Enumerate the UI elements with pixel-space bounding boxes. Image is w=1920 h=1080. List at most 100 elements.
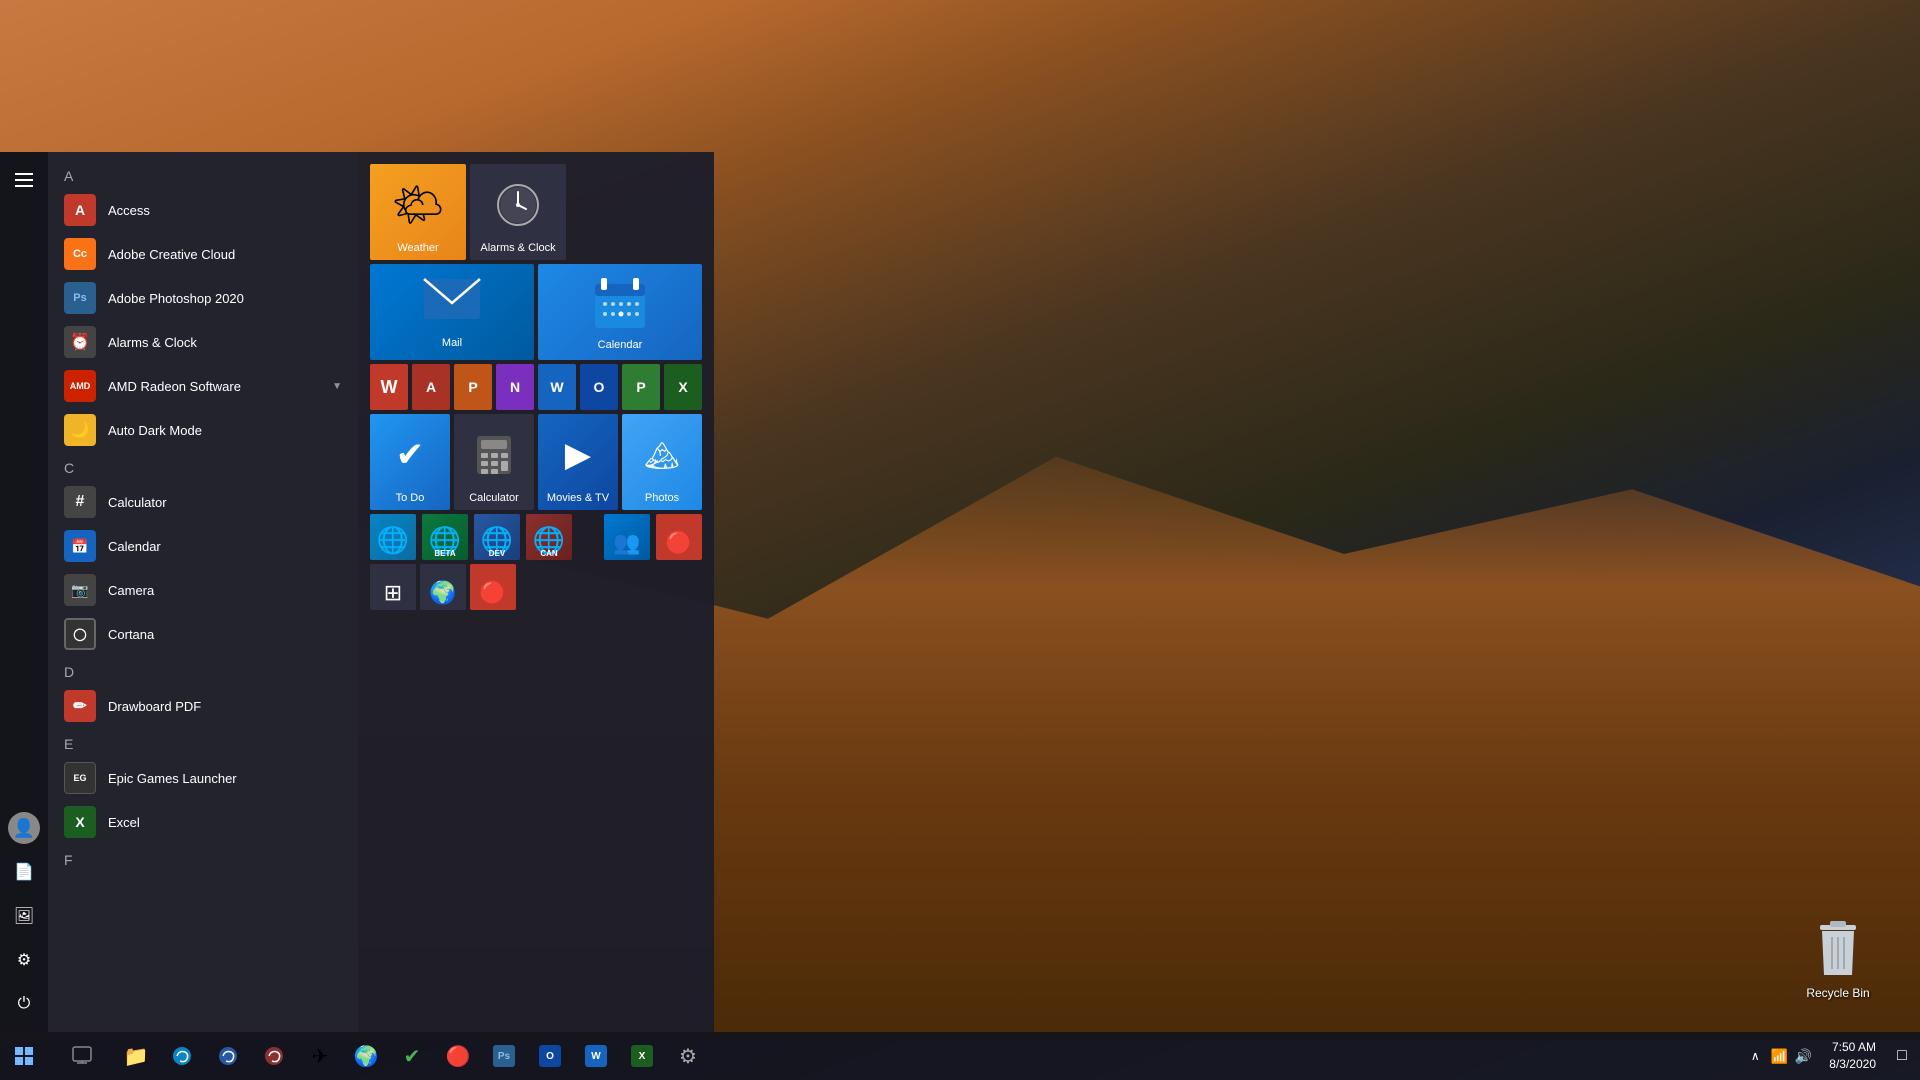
section-letter-e: E [48,728,358,756]
app-item-adobe-cc[interactable]: Cc Adobe Creative Cloud [48,232,358,276]
app-item-access[interactable]: A Access [48,188,358,232]
edge-beta-tile[interactable]: 🌐 BETA [422,514,468,560]
section-letter-d: D [48,656,358,684]
app-item-excel[interactable]: X Excel [48,800,358,844]
taskbar-photoshop[interactable]: Ps [482,1034,526,1078]
todo-tile[interactable]: ✔ To Do [370,414,450,510]
taskbar-telegram[interactable]: ✈ [298,1034,342,1078]
todo-taskbar-icon: ✔ [404,1044,421,1069]
taskbar-globe-app[interactable]: 🌍 [344,1034,388,1078]
taskbar-todo[interactable]: ✔ [390,1034,434,1078]
red-app-icon: 🔴 [446,1044,471,1069]
red-tile[interactable]: 🔴 [656,514,702,560]
sidebar-power-icon[interactable]: ⏻ [4,984,44,1024]
tiles-row-edge: 🌐 🌐 BETA 🌐 DEV 🌐 CAN 👥 [370,514,702,560]
office-tile-access[interactable]: A [412,364,450,410]
tiles-area: 🌤 Weather Alarms & Clock [358,152,714,1032]
taskbar-edge-dev[interactable] [206,1034,250,1078]
office-tile-word[interactable]: W [538,364,576,410]
calculator-tile-label: Calculator [469,492,519,504]
calculator-tile-icon [474,422,514,488]
weather-tile[interactable]: 🌤 Weather [370,164,466,260]
todo-tile-icon: ✔ [396,422,425,488]
app-item-autodark[interactable]: 🌙 Auto Dark Mode [48,408,358,452]
office-tile-pub[interactable]: P [622,364,660,410]
tray-network-icon[interactable]: 📶 [1769,1046,1789,1066]
taskbar-excel[interactable]: X [620,1034,664,1078]
app-item-photoshop[interactable]: Ps Adobe Photoshop 2020 [48,276,358,320]
tray-expand-icon[interactable]: ∧ [1745,1046,1765,1066]
office-tile-ppt[interactable]: P [454,364,492,410]
bottom-tile-2[interactable]: 🌍 [420,564,466,610]
edge-stable-icon: 🌐 [377,525,409,556]
photoshop-taskbar-icon: Ps [493,1045,515,1067]
taskbar-outlook[interactable]: O [528,1034,572,1078]
todo-tile-label: To Do [396,492,425,504]
amd-icon: AMD [64,370,96,402]
autodark-icon: 🌙 [64,414,96,446]
recycle-bin[interactable]: Recycle Bin [1806,918,1870,1000]
photos-tile-label: Photos [645,492,679,504]
taskbar-word[interactable]: W [574,1034,618,1078]
taskbar: 📁 ✈ 🌍 [0,1032,1920,1080]
cortana-label: Cortana [108,627,154,642]
access-label: Access [108,203,150,218]
sidebar-pictures-icon[interactable]: 🖼 [4,896,44,936]
edge-stable-tile[interactable]: 🌐 [370,514,416,560]
app-item-epic[interactable]: EG Epic Games Launcher [48,756,358,800]
office-tile-excel[interactable]: X [664,364,702,410]
clock[interactable]: 7:50 AM 8/3/2020 [1821,1039,1884,1073]
sidebar-settings-icon[interactable]: ⚙ [4,940,44,980]
office-tile-outlook[interactable]: O [580,364,618,410]
taskbar-search[interactable] [52,1034,112,1078]
movies-tile-label: Movies & TV [547,492,609,504]
tiles-row-bottom: ⊞ 🌍 🔴 [370,564,702,610]
calendar-tile[interactable]: Calendar [538,264,702,360]
hamburger-button[interactable] [4,160,44,200]
office-tiles-row: W A P N W O P X [370,364,702,410]
mail-tile[interactable]: Mail [370,264,534,360]
people-tile[interactable]: 👥 [604,514,650,560]
calendar-icon: 📅 [64,530,96,562]
app-item-amd[interactable]: AMD AMD Radeon Software ▼ [48,364,358,408]
alarms-icon: ⏰ [64,326,96,358]
mail-tile-label: Mail [442,337,462,349]
sidebar-avatar[interactable]: 👤 [4,808,44,848]
hamburger-line-3 [15,185,33,187]
bottom-tile-3[interactable]: 🔴 [470,564,516,610]
start-button[interactable] [0,1032,48,1080]
photoshop-icon: Ps [64,282,96,314]
taskbar-red-app[interactable]: 🔴 [436,1034,480,1078]
app-item-calculator[interactable]: # Calculator [48,480,358,524]
calculator-label: Calculator [108,495,167,510]
office-tile-onenote[interactable]: N [496,364,534,410]
excel-icon: X [64,806,96,838]
app-item-calendar[interactable]: 📅 Calendar [48,524,358,568]
hamburger-line-2 [15,179,33,181]
calculator-tile[interactable]: Calculator [454,414,534,510]
app-item-drawboard[interactable]: ✏ Drawboard PDF [48,684,358,728]
taskbar-file-explorer[interactable]: 📁 [114,1034,158,1078]
tray-volume-icon[interactable]: 🔊 [1793,1046,1813,1066]
photos-tile[interactable]: 🏔 Photos [622,414,702,510]
edge-dev-tile[interactable]: 🌐 DEV [474,514,520,560]
app-item-camera[interactable]: 📷 Camera [48,568,358,612]
notification-icon[interactable]: □ [1892,1046,1912,1066]
camera-label: Camera [108,583,154,598]
taskbar-edge[interactable] [160,1034,204,1078]
edge-can-tile[interactable]: 🌐 CAN [526,514,572,560]
app-item-alarms[interactable]: ⏰ Alarms & Clock [48,320,358,364]
office-tile-word-red[interactable]: W [370,364,408,410]
movies-tile[interactable]: ▶ Movies & TV [538,414,618,510]
taskbar-settings[interactable]: ⚙ [666,1034,710,1078]
app-item-cortana[interactable]: ◯ Cortana [48,612,358,656]
alarms-tile[interactable]: Alarms & Clock [470,164,566,260]
autodark-label: Auto Dark Mode [108,423,202,438]
outlook-taskbar-icon: O [539,1045,561,1067]
sidebar-documents-icon[interactable]: 📄 [4,852,44,892]
bottom-tile-1[interactable]: ⊞ [370,564,416,610]
system-tray: ∧ 📶 🔊 [1745,1046,1813,1066]
sidebar: 👤 📄 🖼 ⚙ ⏻ [0,152,48,1032]
taskbar-edge-canary[interactable] [252,1034,296,1078]
calendar-tile-label: Calendar [598,339,643,351]
